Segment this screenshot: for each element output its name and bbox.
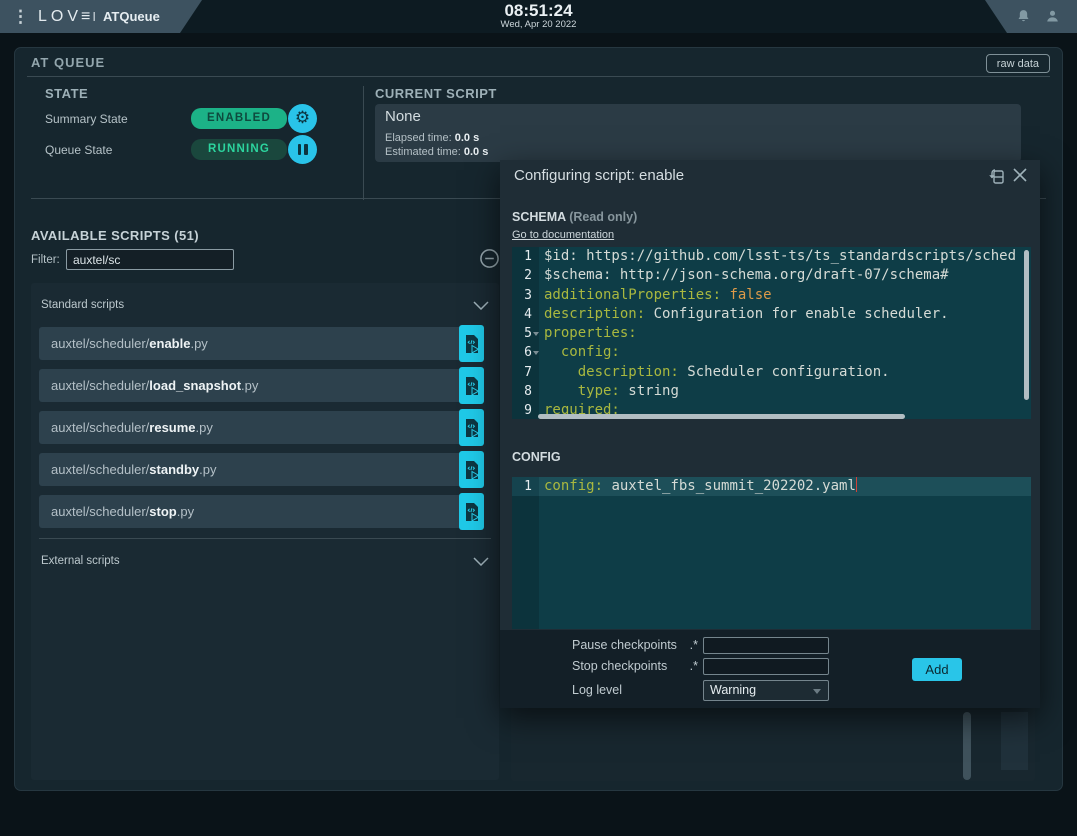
schema-section-label: SCHEMA (Read only)	[512, 210, 637, 224]
clock: 08:51:24 Wed, Apr 20 2022	[0, 2, 1077, 30]
clock-time: 08:51:24	[0, 2, 1077, 20]
pause-queue-button[interactable]	[288, 135, 317, 164]
current-script-card: None Elapsed time: 0.0 s Estimated time:…	[375, 104, 1021, 162]
schema-horizontal-scrollbar[interactable]	[538, 414, 905, 419]
elapsed-time: Elapsed time: 0.0 s	[385, 132, 479, 144]
launch-script-icon	[464, 460, 480, 480]
modal-title: Configuring script: enable	[514, 167, 684, 184]
script-row-resume: auxtel/scheduler/resume.py	[39, 411, 484, 444]
available-scripts-list: Standard scripts auxtel/scheduler/enable…	[31, 283, 499, 780]
summary-state-label: Summary State	[45, 112, 128, 126]
panel-title-divider	[27, 76, 1050, 77]
config-section-label: CONFIG	[512, 450, 561, 464]
log-level-select[interactable]: Warning	[703, 680, 829, 701]
current-script-title: CURRENT SCRIPT	[375, 86, 497, 101]
pause-icon	[298, 144, 308, 155]
filter-input[interactable]	[66, 249, 234, 270]
close-icon[interactable]	[1012, 167, 1028, 183]
pause-checkpoints-input[interactable]	[703, 637, 829, 654]
configure-script-button[interactable]	[459, 493, 484, 530]
gear-icon: ⚙	[295, 110, 310, 127]
configure-script-button[interactable]	[459, 367, 484, 404]
estimated-time: Estimated time: 0.0 s	[385, 146, 488, 158]
configure-script-button[interactable]	[459, 409, 484, 446]
stop-checkpoints-label: Stop checkpoints	[572, 659, 667, 673]
stop-checkpoints-input[interactable]	[703, 658, 829, 675]
configure-script-button[interactable]	[459, 325, 484, 362]
select-arrow-icon	[813, 689, 821, 694]
stop-regex-hint: .*	[678, 659, 698, 673]
raw-data-button[interactable]: raw data	[986, 54, 1050, 73]
launch-script-icon	[464, 418, 480, 438]
launch-script-icon	[464, 376, 480, 396]
script-row-load-snapshot: auxtel/scheduler/load_snapshot.py	[39, 369, 484, 402]
read-only-hint: (Read only)	[569, 210, 637, 224]
documentation-link[interactable]: Go to documentation	[512, 229, 614, 241]
add-script-button[interactable]: Add	[912, 658, 962, 681]
queue-scrollbar[interactable]	[963, 712, 971, 780]
standard-scripts-group-header[interactable]: Standard scripts	[41, 299, 489, 319]
log-level-label: Log level	[572, 683, 622, 697]
config-editor[interactable]: 1config: auxtel_fbs_summit_202202.yaml	[512, 477, 1031, 629]
user-icon[interactable]	[1044, 8, 1061, 25]
pause-regex-hint: .*	[678, 638, 698, 652]
state-divider	[363, 86, 364, 200]
configure-script-button[interactable]	[459, 451, 484, 488]
resize-modal-icon[interactable]	[986, 167, 1006, 185]
clock-date: Wed, Apr 20 2022	[0, 20, 1077, 30]
queue-state-label: Queue State	[45, 143, 112, 157]
group-divider	[39, 538, 491, 539]
launch-script-icon	[464, 334, 480, 354]
pause-checkpoints-label: Pause checkpoints	[572, 638, 677, 652]
current-script-name: None	[385, 108, 421, 125]
script-row-enable: auxtel/scheduler/enable.py	[39, 327, 484, 360]
available-scripts-title: AVAILABLE SCRIPTS (51)	[31, 228, 199, 243]
state-config-button[interactable]: ⚙	[288, 104, 317, 133]
schema-editor[interactable]: 1$id: https://github.com/lsst-ts/ts_stan…	[512, 247, 1031, 419]
script-row-stop: auxtel/scheduler/stop.py	[39, 495, 484, 528]
notifications-bell-icon[interactable]	[1015, 8, 1032, 25]
collapse-panel-icon[interactable]	[479, 248, 500, 269]
chevron-down-icon	[473, 557, 489, 566]
schema-vertical-scrollbar[interactable]	[1024, 250, 1029, 400]
panel-title: AT QUEUE	[31, 55, 105, 70]
chevron-down-icon	[473, 301, 489, 310]
queue-list-column	[1001, 712, 1028, 770]
configure-script-modal: Configuring script: enable SCHEMA (Read …	[500, 160, 1040, 708]
love-atqueue-screen: ⋮ LOV≡I ATQueue 08:51:24 Wed, Apr 20 202…	[0, 0, 1077, 836]
launch-script-icon	[464, 502, 480, 522]
script-row-standby: auxtel/scheduler/standby.py	[39, 453, 484, 486]
state-section-title: STATE	[45, 86, 88, 101]
summary-state-badge: ENABLED	[191, 108, 287, 129]
external-scripts-group-header[interactable]: External scripts	[41, 555, 489, 575]
script-launch-controls: Pause checkpoints .* Stop checkpoints .*…	[500, 630, 1040, 708]
filter-label: Filter:	[31, 254, 60, 266]
queue-state-badge: RUNNING	[191, 139, 287, 160]
top-bar: ⋮ LOV≡I ATQueue 08:51:24 Wed, Apr 20 202…	[0, 0, 1077, 33]
